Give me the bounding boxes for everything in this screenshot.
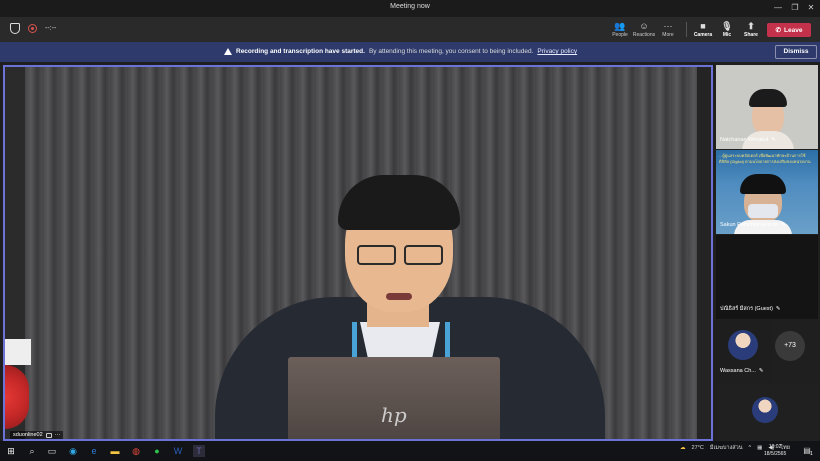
line-icon[interactable]: ● xyxy=(151,445,163,457)
teams-icon[interactable]: T xyxy=(193,445,205,457)
camera-icon: ■ xyxy=(700,21,706,31)
maximize-button[interactable]: ❐ xyxy=(788,2,802,14)
more-participants-button[interactable]: +73 xyxy=(775,331,805,361)
chevron-up-icon[interactable]: ^ xyxy=(749,445,752,451)
video-edge-right xyxy=(697,67,711,439)
banner-text: By attending this meeting, you consent t… xyxy=(368,48,534,55)
participant-name: Natchanan Werakul xyxy=(720,137,769,143)
meeting-toolbar: --:-- 👥 People ☺ Reactions ··· More ■ Ca… xyxy=(0,17,820,42)
task-view-icon[interactable]: ▭ xyxy=(46,445,58,457)
participant-name-tag: Sakun Panichjarsennan ✎ xyxy=(720,222,786,228)
mic-icon: 🎙 xyxy=(721,21,733,31)
warning-icon xyxy=(224,48,232,55)
mic-button[interactable]: 🎙 Mic xyxy=(714,20,740,40)
network-icon[interactable]: ▦ xyxy=(757,445,762,451)
phone-icon: ✆ xyxy=(775,27,781,34)
share-icon: ⬆ xyxy=(747,21,755,31)
participant-tile[interactable]: Wassana Ch... ✎ xyxy=(716,320,772,382)
participant-name: sduonline02 xyxy=(13,432,43,438)
close-window-button[interactable]: ✕ xyxy=(804,2,818,14)
dismiss-button[interactable]: Dismiss xyxy=(775,45,817,59)
clock[interactable]: 10:02 18/5/2565 xyxy=(764,444,786,458)
participant-tile[interactable]: ...ผู้ดูแลระบบคลัสเตอร์ เพื่อพัฒนาทักษะด… xyxy=(716,150,818,234)
edge-icon[interactable]: ◉ xyxy=(67,445,79,457)
recording-icon xyxy=(28,24,37,33)
camera-button[interactable]: ■ Camera xyxy=(690,20,716,40)
file-explorer-icon[interactable]: ▬ xyxy=(109,445,121,457)
speaker-glasses xyxy=(357,245,443,265)
mic-off-icon: ✎ xyxy=(775,306,781,312)
mic-off-icon: ✎ xyxy=(771,137,776,143)
more-label: More xyxy=(662,32,674,38)
participant-tile[interactable]: Natchanan Werakul ✎ xyxy=(716,65,818,149)
face-mask xyxy=(748,204,778,218)
recording-banner: Recording and transcription have started… xyxy=(0,42,820,62)
avatar xyxy=(728,330,758,360)
mic-off-icon: ✎ xyxy=(758,368,764,374)
more-button[interactable]: ··· More xyxy=(655,20,681,40)
clock-date: 18/5/2565 xyxy=(764,451,787,457)
participant-hair xyxy=(740,174,786,194)
title-bar: Meeting now — ❐ ✕ xyxy=(0,0,820,17)
mic-label: Mic xyxy=(722,32,732,38)
participant-name: Sakun Panichjarsennan xyxy=(720,222,779,228)
participant-hair xyxy=(749,89,787,107)
banner-title: Recording and transcription have started… xyxy=(236,48,365,55)
main-video[interactable]: hp sduonline02 ··· xyxy=(3,65,713,441)
more-dots-icon[interactable]: ··· xyxy=(55,432,61,438)
windows-start-icon[interactable]: ⊞ xyxy=(5,445,17,457)
chrome-icon[interactable]: ◍ xyxy=(130,445,142,457)
laptop xyxy=(288,357,500,439)
leave-label: Leave xyxy=(784,26,803,34)
clock-time: 10:02 xyxy=(768,444,782,450)
participant-name: ปณิธิสร์ มีสกร (Guest) xyxy=(720,306,773,312)
participant-tile[interactable]: ปณิธิสร์ มีสกร (Guest) ✎ xyxy=(716,235,818,319)
participant-name-tag: ปณิธิสร์ มีสกร (Guest) ✎ xyxy=(720,305,781,313)
window-title: Meeting now xyxy=(390,3,430,10)
people-icon: 👥 xyxy=(614,21,626,31)
main-video-name: sduonline02 ··· xyxy=(10,431,64,439)
toolbar-divider xyxy=(686,22,687,37)
camera-label: Camera xyxy=(693,32,713,38)
laptop-logo: hp xyxy=(381,403,407,427)
tile-banner-text: ...ผู้ดูแลระบบคลัสเตอร์ เพื่อพัฒนาทักษะด… xyxy=(719,153,811,164)
search-icon[interactable]: ⌕ xyxy=(26,445,38,457)
word-icon[interactable]: W xyxy=(172,445,184,457)
speaker-hair xyxy=(338,175,460,230)
reactions-icon: ☺ xyxy=(639,21,649,31)
reactions-label: Reactions xyxy=(632,32,656,38)
people-label: People xyxy=(612,32,628,38)
participant-name: Wassana Ch... xyxy=(720,368,756,374)
shield-icon[interactable] xyxy=(10,23,20,34)
leave-button[interactable]: ✆ Leave xyxy=(767,23,811,37)
minimize-button[interactable]: — xyxy=(771,2,785,14)
share-button[interactable]: ⬆ Share xyxy=(738,20,764,40)
weather-desc[interactable]: มีเมฆบางส่วน xyxy=(710,444,743,452)
meeting-timer: --:-- xyxy=(45,25,57,32)
windows-taskbar: ⊞ ⌕ ▭ ◉ e ▬ ◍ ● W T ☁ 27°C มีเมฆบางส่วน … xyxy=(0,441,820,461)
weather-temp[interactable]: 27°C xyxy=(692,445,704,451)
mic-off-icon xyxy=(45,432,52,438)
participant-tile[interactable] xyxy=(716,385,818,441)
privacy-policy-link[interactable]: Privacy policy xyxy=(537,48,577,55)
reactions-button[interactable]: ☺ Reactions xyxy=(631,20,657,40)
ie-icon[interactable]: e xyxy=(88,445,100,457)
more-dots-icon: ··· xyxy=(663,21,673,31)
avatar xyxy=(752,397,778,423)
notification-count: 1 xyxy=(810,451,813,457)
people-button[interactable]: 👥 People xyxy=(607,20,633,40)
weather-icon: ☁ xyxy=(680,445,686,451)
mic-off-icon: ✎ xyxy=(781,222,786,228)
speaker-mouth xyxy=(386,293,412,300)
participant-name-tag: Wassana Ch... ✎ xyxy=(720,368,763,374)
share-label: Share xyxy=(744,32,758,38)
white-prop xyxy=(5,339,31,365)
participant-name-tag: Natchanan Werakul ✎ xyxy=(720,137,776,143)
